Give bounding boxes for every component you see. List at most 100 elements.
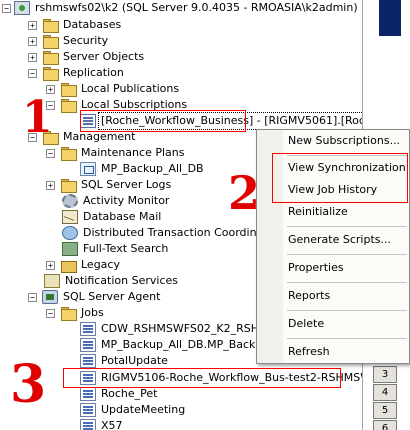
tree-node-database-mail[interactable]: Database Mail — [62, 209, 163, 225]
job-icon — [80, 354, 96, 368]
job-icon — [80, 371, 96, 385]
tree-node-activity-monitor[interactable]: Activity Monitor — [62, 193, 171, 209]
tree-node-databases[interactable]: + Databases — [28, 17, 123, 33]
collapse-icon[interactable]: − — [28, 292, 37, 302]
node-label: Local Subscriptions — [81, 98, 188, 111]
grid-row-number[interactable]: 3 — [373, 366, 397, 383]
tree-node-notification-services[interactable]: Notification Services — [44, 273, 180, 289]
folder-icon — [60, 98, 77, 113]
expand-icon[interactable]: + — [46, 260, 55, 270]
tree-node-job-x57[interactable]: X57 — [80, 418, 125, 430]
node-label: SQL Server Logs — [81, 178, 172, 191]
tree-node-server-objects[interactable]: + Server Objects — [28, 49, 146, 65]
job-icon — [80, 387, 96, 401]
expand-icon[interactable]: + — [28, 20, 37, 30]
annotation-number-one: 1 — [22, 92, 53, 143]
collapse-icon[interactable]: − — [28, 68, 37, 78]
folder-icon — [60, 258, 77, 273]
tree-node-local-publications[interactable]: + Local Publications — [46, 81, 181, 97]
tree-node-jobs[interactable]: − Jobs — [46, 305, 106, 321]
tree-node-sql-server-logs[interactable]: + SQL Server Logs — [46, 177, 173, 193]
node-label: Notification Services — [65, 274, 178, 287]
activity-monitor-icon — [62, 194, 78, 208]
tree-node-sql-server-agent[interactable]: − SQL Server Agent — [28, 289, 162, 305]
tree-node-legacy[interactable]: + Legacy — [46, 257, 122, 273]
node-label: Roche_Pet — [101, 387, 158, 400]
menu-item-delete[interactable]: Delete — [257, 315, 410, 333]
menu-item-properties[interactable]: Properties — [257, 259, 410, 277]
grid-row-number[interactable]: 4 — [373, 384, 397, 401]
node-label: Jobs — [81, 306, 104, 319]
grid-row-number[interactable]: 6 — [373, 420, 397, 430]
collapse-icon[interactable]: − — [2, 3, 11, 13]
menu-item-view-sync-status[interactable]: View Synchronization Sta — [257, 159, 410, 177]
job-icon — [80, 338, 96, 352]
tree-node-job-update-meeting[interactable]: UpdateMeeting — [80, 402, 187, 418]
node-label: X57 — [101, 419, 123, 430]
tree-node-maintenance-plans[interactable]: − Maintenance Plans — [46, 145, 186, 161]
tree-node-mp-backup[interactable]: MP_Backup_All_DB — [80, 161, 206, 177]
folder-icon — [60, 82, 77, 97]
tree-node-local-subscriptions[interactable]: − Local Subscriptions — [46, 97, 189, 113]
tree-node-job-rigmv[interactable]: RIGMV5106-Roche_Workflow_Bus-test2-RSHMS… — [80, 370, 362, 386]
expand-icon[interactable]: + — [28, 36, 37, 46]
node-label: Server Objects — [63, 50, 145, 63]
node-label: Distributed Transaction Coordinator — [83, 226, 279, 239]
menu-separator — [287, 254, 407, 255]
tree-node-full-text-search[interactable]: Full-Text Search — [62, 241, 170, 257]
tree-node-security[interactable]: + Security — [28, 33, 110, 49]
expand-icon[interactable]: + — [28, 52, 37, 62]
folder-icon — [42, 34, 59, 49]
menu-separator — [287, 338, 407, 339]
node-label: Database Mail — [83, 210, 162, 223]
job-icon — [80, 403, 96, 417]
folder-icon — [42, 18, 59, 33]
server-label: rshmswfs02\k2 (SQL Server 9.0.4035 - RMO… — [35, 1, 358, 14]
folder-icon — [42, 50, 59, 65]
tree-node-replication[interactable]: − Replication — [28, 65, 126, 81]
tree-node-job-potal-update[interactable]: PotalUpdate — [80, 353, 170, 369]
menu-item-new-subscriptions[interactable]: New Subscriptions... — [257, 132, 410, 150]
tree-node-dtc[interactable]: Distributed Transaction Coordinator — [62, 225, 281, 241]
menu-item-generate-scripts[interactable]: Generate Scripts... — [257, 231, 410, 249]
node-label: UpdateMeeting — [101, 403, 186, 416]
annotation-number-three: 3 — [10, 354, 47, 415]
node-label: Full-Text Search — [83, 242, 169, 255]
expand-icon[interactable]: + — [46, 180, 55, 190]
node-label: PotalUpdate — [101, 354, 168, 367]
grid-selected-cell[interactable] — [379, 0, 401, 36]
menu-item-view-job-history[interactable]: View Job History — [257, 181, 410, 199]
full-text-search-icon — [62, 242, 78, 256]
server-node[interactable]: − rshmswfs02\k2 (SQL Server 9.0.4035 - R… — [2, 0, 360, 16]
collapse-icon[interactable]: − — [46, 148, 55, 158]
node-label: Security — [63, 34, 109, 47]
sql-agent-icon — [42, 290, 58, 304]
folder-icon — [60, 306, 77, 321]
mail-icon — [62, 210, 78, 224]
tree-node-job-roche-pet[interactable]: Roche_Pet — [80, 386, 160, 402]
folder-icon — [60, 146, 77, 161]
menu-separator — [287, 310, 407, 311]
node-label: Local Publications — [81, 82, 180, 95]
tree-node-subscription[interactable]: [Roche_Workflow_Business] - [RIGMV5061].… — [80, 112, 362, 130]
maintenance-plan-icon — [80, 162, 96, 176]
grid-row-number[interactable]: 5 — [373, 402, 397, 419]
menu-item-reports[interactable]: Reports — [257, 287, 410, 305]
menu-item-refresh[interactable]: Refresh — [257, 343, 410, 361]
server-icon — [14, 1, 30, 15]
tree-node-job-mp-backup[interactable]: MP_Backup_All_DB.MP_Backup_ — [80, 337, 277, 353]
node-label: Databases — [63, 18, 122, 31]
menu-item-reinitialize[interactable]: Reinitialize — [257, 203, 410, 221]
context-menu: New Subscriptions... View Synchronizatio… — [256, 129, 410, 364]
node-label: MP_Backup_All_DB.MP_Backup_ — [101, 338, 275, 351]
node-label: MP_Backup_All_DB — [101, 162, 204, 175]
node-label: Legacy — [81, 258, 120, 271]
subscription-icon — [80, 114, 96, 128]
node-label: [Roche_Workflow_Business] - [RIGMV5061].… — [98, 112, 362, 130]
node-label: SQL Server Agent — [63, 290, 161, 303]
collapse-icon[interactable]: − — [46, 308, 55, 318]
job-icon — [80, 322, 96, 336]
dtc-icon — [62, 226, 78, 240]
annotation-number-two: 2 — [228, 166, 261, 220]
job-icon — [80, 419, 96, 430]
